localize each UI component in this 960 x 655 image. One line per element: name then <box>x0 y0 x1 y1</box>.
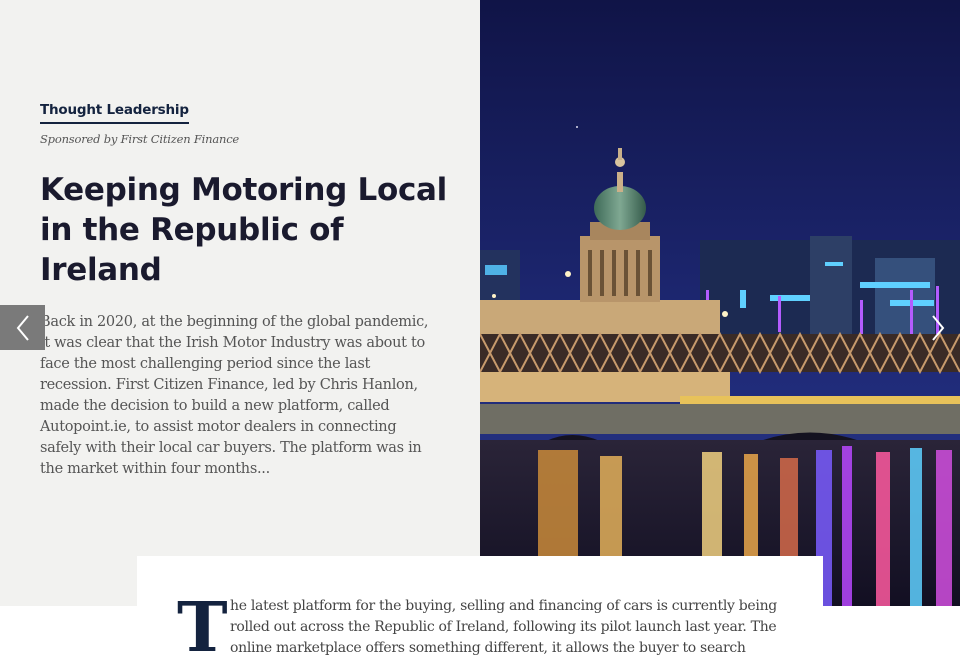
carousel-next-button[interactable] <box>915 305 960 350</box>
sponsor-line: Sponsored by First Citizen Finance <box>40 132 240 146</box>
chevron-right-icon <box>931 314 944 341</box>
article-body-text: he latest platform for the buying, selli… <box>230 598 777 655</box>
hero-image <box>480 0 960 606</box>
hero-text-panel: Thought Leadership Sponsored by First Ci… <box>0 0 480 606</box>
chevron-left-icon <box>16 314 29 341</box>
drop-cap: T <box>177 588 228 655</box>
carousel-prev-button[interactable] <box>0 305 45 350</box>
dublin-custom-house-night-photo <box>480 0 960 606</box>
article-body-card: T he latest platform for the buying, sel… <box>137 556 823 655</box>
article-excerpt: Back in 2020, at the beginning of the gl… <box>40 314 429 477</box>
category-link[interactable]: Thought Leadership <box>40 102 189 124</box>
article-headline: Keeping Motoring Local in the Republic o… <box>40 172 447 288</box>
